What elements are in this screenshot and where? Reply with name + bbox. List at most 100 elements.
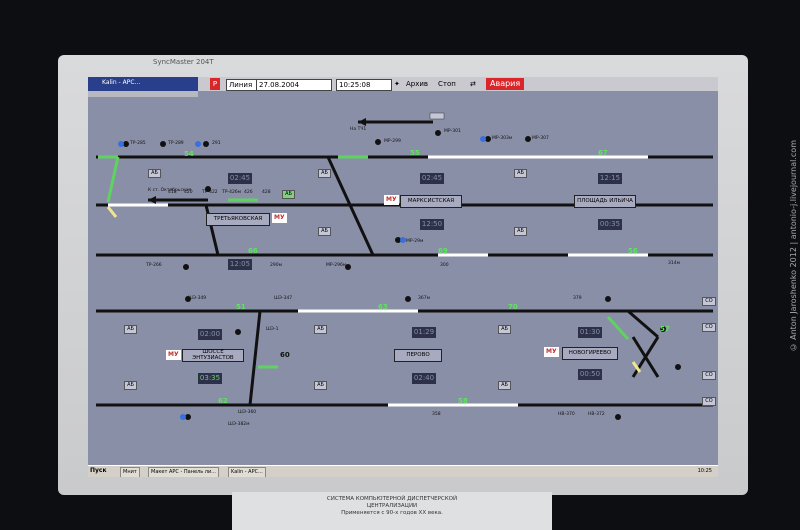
taskbar-item[interactable]: Мнит [120, 467, 140, 477]
interval-clock: 12:05 [228, 259, 252, 270]
dispatch-screen: Kalin - АРС... P Линия 27.08.2004 10:25:… [88, 77, 718, 477]
track-number-62: 62 [218, 397, 228, 405]
label-358: 358 [432, 412, 441, 417]
yellow-segment-1 [106, 206, 118, 218]
co-button[interactable]: CO [702, 371, 716, 380]
track-number-67: 67 [598, 149, 608, 157]
ab-button[interactable]: АБ [124, 325, 137, 334]
ab-button[interactable]: АБ [314, 325, 327, 334]
signal-lamp-icon [375, 139, 381, 145]
track-number-63: 63 [378, 303, 388, 311]
label-mr307: МР-307 [532, 136, 549, 141]
ab-button[interactable]: АБ [124, 381, 137, 390]
arrow-to-depot-icon [358, 118, 366, 126]
label-420: 420 [184, 190, 193, 195]
branch-1 [627, 309, 659, 339]
label-428: 428 [262, 190, 271, 195]
track-number-60: 60 [280, 351, 290, 359]
interval-clock: 02:00 [198, 329, 222, 340]
taskbar: Пуск Мнит Макет АРС - Панель ли... Kalin… [88, 465, 718, 477]
label-tr266: ТР-266 [146, 263, 162, 268]
ab-button[interactable]: АБ [498, 325, 511, 334]
signal-lamp-icon [615, 414, 621, 420]
taskbar-item[interactable]: Kalin - АРС... [228, 467, 266, 477]
label-tr422: ТР-422 [202, 190, 218, 195]
label-418: 418 [168, 190, 177, 195]
label-sh347: ШЭ-347 [274, 296, 293, 301]
taskbar-clock: 10:25 [697, 468, 712, 474]
signal-lamp-icon [183, 264, 189, 270]
mu-badge-novogireevo: МУ [544, 347, 559, 357]
start-button[interactable]: Пуск [90, 467, 107, 474]
label-sh349: ШЭ-349 [188, 296, 207, 301]
mu-badge-shosse: МУ [166, 350, 181, 360]
label-tr285: ТР-285 [130, 141, 146, 146]
signal-segment-2 [106, 156, 120, 203]
track-number-55: 55 [410, 149, 420, 157]
label-426: 426 [244, 190, 253, 195]
label-mr303: МР-303м [492, 136, 513, 141]
ab-button[interactable]: АБ [314, 381, 327, 390]
monitor-brand: SyncMaster 204T [153, 58, 214, 66]
label-sh360: ШЭ-360 [238, 410, 257, 415]
ab-button[interactable]: АБ [318, 227, 331, 236]
depot-sign-icon [429, 112, 445, 120]
track-number-69: 69 [438, 247, 448, 255]
label-na-tch: На ТЧ1 [350, 127, 367, 132]
station-shosse-entuziastov[interactable]: ШОССЕ ЭНТУЗИАСТОВ [182, 349, 244, 362]
track-number-56: 56 [628, 247, 638, 255]
track-number-66: 66 [248, 247, 258, 255]
ab-button[interactable]: АБ [148, 169, 161, 178]
station-novogireevo[interactable]: НОВОГИРЕЕВО [562, 347, 618, 360]
label-mr301: МР-301 [444, 129, 461, 134]
interval-clock: 02:45 [228, 173, 252, 184]
watermark: © Anton Jaroshenko 2012 | antonio-j.live… [789, 140, 798, 352]
label-mr296: МР-296м [326, 263, 347, 268]
interval-clock: 00:35 [598, 219, 622, 230]
label-nv372: НВ-372 [588, 412, 605, 417]
interval-clock: 02:40 [412, 373, 436, 384]
track-number-51: 51 [236, 303, 246, 311]
station-ploshchad-ilyicha[interactable]: ПЛОЩАДЬ ИЛЬИЧА [574, 195, 636, 208]
track-number-57: 57 [660, 325, 670, 333]
track-diagram [96, 112, 713, 420]
mu-badge-tretyakovskaya: МУ [272, 213, 287, 223]
signal-lamp-icon [160, 141, 166, 147]
signal-lamp-blue-icon [480, 136, 486, 142]
ab-button-active[interactable]: АБ [282, 190, 295, 199]
station-marksistskaya[interactable]: МАРКСИСТСКАЯ [400, 195, 462, 208]
label-314: 314м [668, 261, 680, 266]
signal-lamp-blue-icon [180, 414, 186, 420]
co-button[interactable]: CO [702, 323, 716, 332]
interval-clock: 01:30 [578, 327, 602, 338]
arrow-to-october-icon [148, 196, 156, 204]
station-tretyakovskaya[interactable]: ТРЕТЬЯКОВСКАЯ [206, 213, 270, 226]
ab-button[interactable]: АБ [318, 169, 331, 178]
plaque-line: СИСТЕМА КОМПЬЮТЕРНОЙ ДИСПЕТЧЕРСКОЙ [326, 496, 458, 502]
interval-clock: 12:50 [420, 219, 444, 230]
signal-lamp-icon [525, 136, 531, 142]
signal-lamp-icon [235, 329, 241, 335]
ab-button[interactable]: АБ [514, 169, 527, 178]
label-291: 291 [212, 141, 221, 146]
taskbar-item[interactable]: Макет АРС - Панель ли... [148, 467, 219, 477]
signal-lamp-icon [203, 141, 209, 147]
station-perovo[interactable]: ПЕРОВО [394, 349, 442, 362]
label-sh1: ШЭ-1 [266, 327, 279, 332]
interval-clock: 03:35 [198, 373, 222, 384]
track-number-58: 58 [458, 397, 468, 405]
co-button[interactable]: CO [702, 397, 716, 406]
signal-lamp-blue-icon [118, 141, 124, 147]
label-367: 367м [418, 296, 430, 301]
label-290: 290м [270, 263, 282, 268]
ab-button[interactable]: АБ [514, 227, 527, 236]
interval-clock: 02:45 [420, 173, 444, 184]
ab-button[interactable]: АБ [498, 381, 511, 390]
label-tr289: ТР-289 [168, 141, 184, 146]
crossover-3 [248, 310, 262, 406]
signal-lamp-icon [605, 296, 611, 302]
label-mr299: МР-299 [384, 139, 401, 144]
label-tr426: ТР-426м [222, 190, 242, 195]
co-button[interactable]: CO [702, 297, 716, 306]
interval-clock: 00:50 [578, 369, 602, 380]
